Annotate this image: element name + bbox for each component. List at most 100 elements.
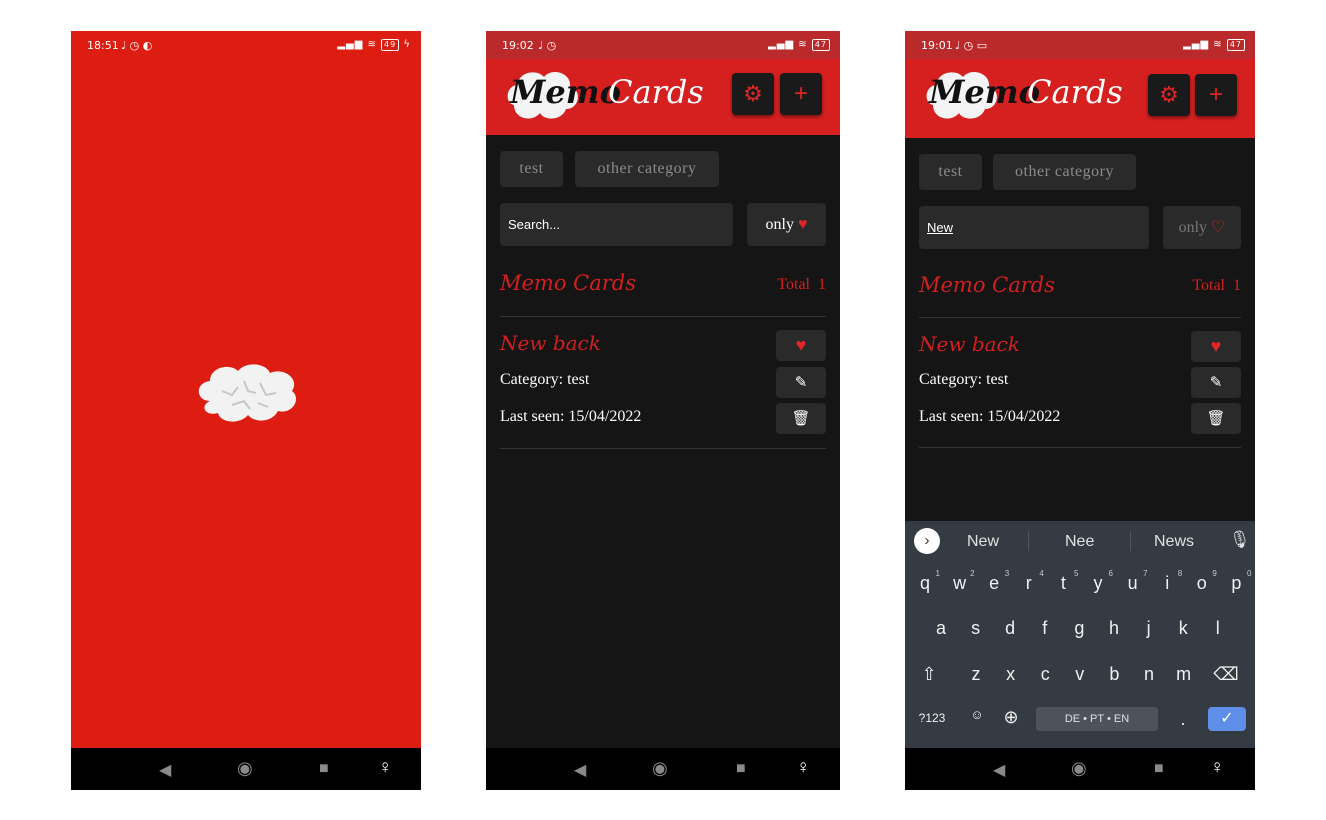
key-z[interactable]: z: [964, 664, 988, 685]
list-title: Memo Cards: [919, 273, 1056, 297]
category-chip-other[interactable]: other category: [575, 151, 719, 187]
globe-key-icon[interactable]: ⊕: [999, 707, 1023, 728]
favorites-filter-button[interactable]: only ♥: [747, 203, 826, 246]
status-time: 19:02: [502, 39, 534, 52]
key-u[interactable]: u7: [1121, 569, 1148, 594]
edit-button[interactable]: ✎: [1191, 367, 1241, 398]
add-card-button[interactable]: +: [1195, 74, 1237, 116]
battery-icon: 47: [811, 39, 830, 51]
key-g[interactable]: g: [1067, 618, 1091, 639]
key-v[interactable]: v: [1068, 664, 1092, 685]
key-t[interactable]: t5: [1051, 569, 1079, 594]
logo-cards: Cards: [608, 73, 704, 111]
favorite-button[interactable]: ♥: [1191, 331, 1241, 362]
category-chip-test[interactable]: test: [500, 151, 563, 187]
plus-icon: +: [1208, 81, 1223, 108]
key-w[interactable]: w2: [948, 569, 975, 594]
battery-icon: 47: [1226, 39, 1245, 51]
suggestion-2[interactable]: Nee: [1065, 533, 1094, 551]
suggestion-1[interactable]: New: [967, 533, 999, 551]
favorite-button[interactable]: ♥: [776, 330, 826, 361]
key-m[interactable]: m: [1172, 664, 1196, 685]
app-header: 19:02 ♩ ◷ ▂▄▆ ≋ 47 Memo Cards ⚙ +: [486, 31, 840, 135]
card-last-seen: Last seen: 15/04/2022: [500, 408, 642, 425]
card-title: New back: [919, 332, 1020, 356]
divider: [500, 448, 826, 449]
status-time: 18:51: [87, 39, 119, 52]
settings-button[interactable]: ⚙: [1148, 74, 1190, 116]
back-nav-icon[interactable]: ◀: [574, 760, 586, 780]
gear-icon: ⚙: [743, 81, 763, 106]
key-i[interactable]: i8: [1155, 569, 1182, 594]
back-nav-icon[interactable]: ◀: [993, 760, 1005, 780]
list-title: Memo Cards: [500, 271, 637, 295]
search-input[interactable]: Search...: [500, 203, 733, 246]
home-nav-icon[interactable]: ◉: [237, 758, 253, 779]
category-chip-test[interactable]: test: [919, 154, 982, 190]
card-last-seen: Last seen: 15/04/2022: [919, 408, 1061, 425]
key-p[interactable]: p0: [1224, 569, 1251, 594]
shift-key-icon[interactable]: ⇧: [914, 664, 944, 685]
edit-button[interactable]: ✎: [776, 367, 826, 398]
delete-button[interactable]: 🗑: [1191, 403, 1241, 434]
emoji-comma-key-icon[interactable]: ☺: [965, 707, 989, 722]
key-b[interactable]: b: [1102, 664, 1126, 685]
key-k[interactable]: k: [1171, 618, 1195, 639]
key-q[interactable]: q1: [913, 569, 940, 594]
navigation-bar: ◀ ◉ ■ ♀: [486, 748, 840, 790]
key-c[interactable]: c: [1033, 664, 1057, 685]
checkmark-icon: ✓: [1220, 710, 1234, 727]
home-nav-icon[interactable]: ◉: [652, 758, 668, 779]
status-time: 19:01: [921, 39, 953, 52]
recents-nav-icon[interactable]: ■: [319, 760, 329, 778]
backspace-key-icon[interactable]: ⌫: [1211, 664, 1241, 685]
recents-nav-icon[interactable]: ■: [736, 760, 746, 778]
key-e[interactable]: e3: [982, 569, 1009, 594]
delete-button[interactable]: 🗑: [776, 403, 826, 434]
space-bar[interactable]: DE • PT • EN: [1036, 707, 1158, 731]
category-chip-other[interactable]: other category: [993, 154, 1136, 190]
brain-logo-icon: [198, 364, 297, 422]
key-j[interactable]: j: [1137, 618, 1161, 639]
add-card-button[interactable]: +: [780, 73, 822, 115]
key-l[interactable]: l: [1206, 618, 1230, 639]
expand-toolbar-icon[interactable]: ›: [914, 528, 940, 554]
key-d[interactable]: d: [998, 618, 1022, 639]
card-title: New back: [500, 331, 601, 355]
status-icons: ♩ ◷ ◐: [121, 39, 153, 52]
plus-icon: +: [793, 80, 808, 107]
accessibility-icon[interactable]: ♀: [796, 757, 810, 779]
suggestion-3[interactable]: News: [1154, 533, 1194, 551]
accessibility-icon[interactable]: ♀: [1210, 757, 1224, 779]
microphone-icon[interactable]: 🎙: [1229, 530, 1251, 550]
key-n[interactable]: n: [1137, 664, 1161, 685]
search-input[interactable]: New: [919, 206, 1149, 249]
suggestion-bar: › New Nee News 🎙: [905, 521, 1255, 561]
status-right-icons: ▂▄▆ ≋ 47: [768, 39, 830, 51]
key-r[interactable]: r4: [1017, 569, 1044, 594]
settings-button[interactable]: ⚙: [732, 73, 774, 115]
status-right-icons: ▂▄▆ ≋ 49 ϟ: [337, 39, 411, 51]
accessibility-icon[interactable]: ♀: [378, 757, 392, 779]
card-category: Category: test: [500, 371, 590, 388]
key-s[interactable]: s: [964, 618, 988, 639]
back-nav-icon[interactable]: ◀: [159, 760, 171, 780]
key-h[interactable]: h: [1102, 618, 1126, 639]
period-key[interactable]: .: [1171, 709, 1195, 730]
key-o[interactable]: o9: [1190, 569, 1217, 594]
enter-key[interactable]: ✓: [1208, 707, 1246, 731]
favorites-filter-button[interactable]: only ♡: [1163, 206, 1241, 249]
navigation-bar: ◀ ◉ ■ ♀: [71, 748, 421, 790]
battery-icon: 49: [381, 39, 400, 51]
recents-nav-icon[interactable]: ■: [1154, 760, 1164, 778]
key-f[interactable]: f: [1033, 618, 1057, 639]
symbols-key[interactable]: ?123: [915, 711, 949, 725]
only-label: only: [765, 216, 794, 233]
app-header: 19:01 ♩ ◷ ▭ ▂▄▆ ≋ 47 Memo Cards ⚙ +: [905, 31, 1255, 138]
key-a[interactable]: a: [929, 618, 953, 639]
key-y[interactable]: y6: [1086, 569, 1114, 594]
key-x[interactable]: x: [999, 664, 1023, 685]
total-count: Total 1: [1192, 277, 1241, 294]
home-nav-icon[interactable]: ◉: [1071, 758, 1087, 779]
heart-outline-icon: ♡: [1211, 219, 1226, 236]
